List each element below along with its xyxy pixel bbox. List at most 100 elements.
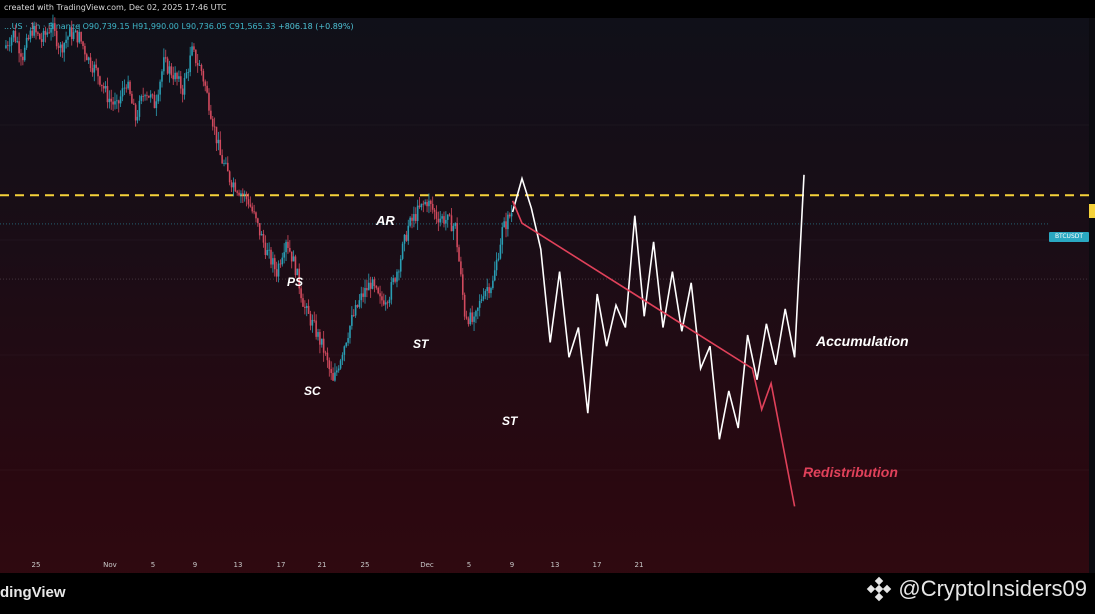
candle-body	[37, 32, 39, 34]
candle-body	[311, 319, 314, 326]
candle-body	[104, 85, 107, 89]
candle-body	[343, 346, 346, 355]
candle-body	[495, 260, 498, 271]
candle-body	[8, 45, 11, 47]
candle-body	[193, 46, 195, 50]
candle-body	[245, 193, 248, 200]
candle-body	[467, 318, 470, 325]
candle-body	[116, 100, 118, 102]
candle-body	[7, 45, 9, 47]
candle-body	[392, 278, 395, 283]
candle-body	[91, 68, 94, 73]
candle-body	[319, 332, 321, 345]
candle-body	[266, 250, 269, 255]
candle-body	[127, 81, 129, 89]
candle-body	[217, 139, 220, 144]
candle-body	[253, 211, 255, 213]
candle-body	[22, 56, 24, 61]
candle-body	[435, 211, 438, 219]
candle-body	[292, 256, 295, 262]
candle-body	[461, 274, 464, 295]
candle-body	[12, 30, 15, 38]
candle-body	[25, 37, 28, 48]
candle-body	[99, 76, 101, 85]
candle-body	[328, 360, 331, 370]
candle-body	[85, 54, 88, 61]
candle-body	[168, 66, 171, 74]
candle-body	[183, 77, 186, 95]
candle-body	[339, 360, 342, 369]
x-tick-label: 13	[551, 561, 560, 569]
label-accumulation: Accumulation	[816, 333, 909, 349]
candle-body	[356, 305, 359, 307]
candle-body	[29, 30, 32, 40]
candle-body	[189, 55, 191, 73]
candle-body	[221, 155, 223, 164]
candle-body	[242, 193, 244, 195]
candle-body	[277, 263, 280, 277]
watermark-text: @CryptoInsiders09	[898, 576, 1087, 601]
candle-body	[74, 30, 77, 33]
candle-body	[155, 101, 158, 109]
candle-body	[469, 312, 472, 325]
candle-body	[379, 293, 381, 297]
candle-body	[326, 352, 329, 361]
price-chart[interactable]: 25 Nov 5 9 13 17 21 25 Dec 5 9 13 17 21	[0, 0, 1095, 614]
candle-body	[10, 37, 13, 46]
candle-body	[375, 286, 378, 288]
candle-body	[364, 288, 366, 297]
candle-body	[161, 71, 163, 82]
candle-body	[414, 214, 417, 221]
candle-body	[403, 234, 406, 244]
candle-body	[422, 203, 425, 205]
candle-body	[232, 182, 235, 188]
candle-body	[371, 279, 374, 289]
candle-body	[431, 203, 434, 210]
candle-body	[131, 93, 133, 104]
candle-body	[144, 95, 146, 97]
candle-body	[480, 299, 483, 302]
candle-body	[332, 372, 334, 381]
watermark: @CryptoInsiders09	[866, 576, 1087, 602]
candle-body	[322, 338, 325, 353]
candle-body	[136, 116, 139, 121]
candle-body	[95, 64, 97, 68]
candle-body	[114, 101, 116, 105]
candle-body	[411, 217, 413, 221]
last-price-tag: BTCUSDT	[1049, 232, 1089, 242]
candle-body	[354, 305, 357, 316]
candle-body	[437, 218, 440, 223]
candle-body	[23, 47, 26, 61]
candle-body	[258, 223, 261, 236]
candle-body	[52, 23, 54, 30]
candle-body	[172, 75, 175, 80]
candle-body	[65, 39, 67, 43]
candle-body	[146, 95, 148, 97]
candle-body	[305, 305, 308, 308]
candle-body	[108, 98, 111, 103]
binance-diamond-icon	[867, 576, 892, 602]
candle-body	[486, 287, 489, 292]
candle-body	[289, 247, 291, 252]
candle-body	[33, 25, 35, 36]
candle-body	[138, 100, 141, 117]
candle-body	[70, 27, 73, 40]
candle-body	[313, 319, 316, 321]
candle-body	[482, 296, 485, 300]
x-tick-label: 5	[467, 561, 471, 569]
candle-body	[268, 249, 270, 251]
candle-body	[191, 46, 193, 56]
candle-body	[226, 162, 229, 172]
candle-body	[89, 57, 92, 69]
candle-body	[448, 214, 451, 216]
grid-lines	[0, 125, 1089, 470]
candle-body	[510, 213, 513, 217]
candle-body	[69, 27, 71, 37]
candle-body	[185, 72, 188, 78]
candle-body	[119, 96, 122, 104]
candle-body	[257, 218, 259, 224]
candle-body	[473, 316, 475, 322]
candle-body	[452, 225, 455, 232]
candle-body	[324, 352, 327, 354]
candle-body	[14, 30, 17, 42]
